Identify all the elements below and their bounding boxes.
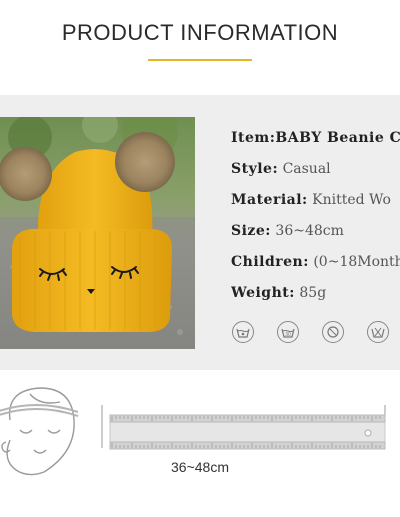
product-photo [0, 117, 195, 349]
size-label: 36~48cm [171, 459, 229, 475]
page-title: PRODUCT INFORMATION [61, 20, 339, 45]
baby-head-illustration [0, 387, 79, 476]
spec-row-item: Item:BABY Beanie Ca [231, 130, 400, 161]
spec-label: Style: [231, 161, 279, 177]
spec-row-size: Size: 36~48cm [231, 223, 400, 254]
measurement-section [0, 380, 400, 512]
spec-value: Knitted Wo [312, 192, 391, 208]
spec-row-material: Material: Knitted Wo [231, 192, 400, 223]
hand-wash-icon [232, 321, 254, 343]
spec-row-weight: Weight: 85g [231, 285, 400, 316]
spec-label: Item: [231, 130, 276, 146]
spec-value: Casual [282, 161, 331, 177]
spec-row-style: Style: Casual [231, 161, 400, 192]
spec-row-children: Children: (0~18Month [231, 254, 400, 285]
spec-value: 85g [299, 285, 327, 301]
spec-value: 36~48cm [275, 223, 344, 239]
spec-label: Children: [231, 254, 309, 270]
low-iron-icon [322, 321, 344, 343]
title-underline [148, 59, 252, 61]
care-icons: 30 [231, 320, 400, 344]
svg-text:30: 30 [285, 332, 291, 338]
spec-value: BABY Beanie Ca [275, 130, 400, 146]
spec-value: (0~18Month [313, 254, 400, 270]
spec-label: Material: [231, 192, 308, 208]
spec-list: Item:BABY Beanie Ca Style: Casual Materi… [231, 130, 400, 316]
no-bleach-icon: 30 [277, 321, 299, 343]
spec-label: Size: [231, 223, 271, 239]
dry-clean-icon [367, 321, 389, 343]
spec-label: Weight: [231, 285, 295, 301]
